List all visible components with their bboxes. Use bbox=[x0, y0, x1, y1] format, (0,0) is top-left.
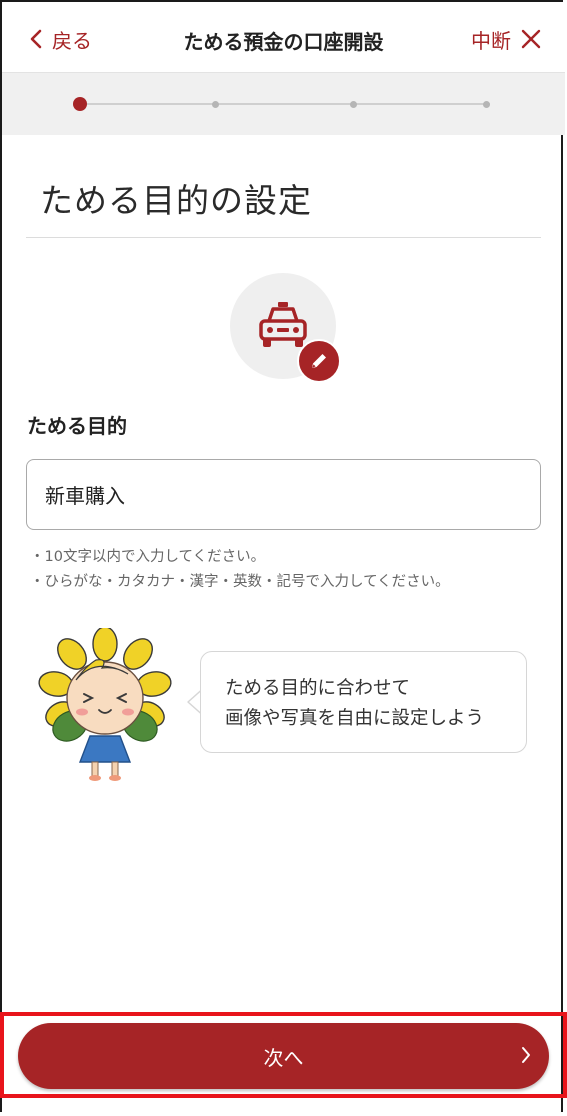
progress-track bbox=[80, 103, 490, 105]
bubble-line: 画像や写真を自由に設定しよう bbox=[225, 708, 485, 729]
bubble-line: ためる目的に合わせて bbox=[225, 678, 411, 699]
sunflower-mascot bbox=[38, 628, 172, 781]
speech-bubble: ためる目的に合わせて 画像や写真を自由に設定しよう bbox=[200, 651, 527, 753]
car-icon bbox=[259, 302, 307, 347]
field-label: ためる目的 bbox=[27, 414, 127, 438]
next-label: 次へ bbox=[263, 1045, 304, 1070]
app-header: 戻る ためる預金の口座開設 中断 bbox=[2, 2, 565, 73]
step-progress bbox=[2, 73, 565, 135]
edit-image-button[interactable] bbox=[297, 339, 341, 383]
purpose-input[interactable] bbox=[26, 459, 541, 530]
goal-image-picker[interactable] bbox=[230, 273, 341, 383]
progress-step-1 bbox=[73, 97, 87, 111]
back-button[interactable]: 戻る bbox=[30, 24, 92, 54]
abort-label: 中断 bbox=[471, 28, 511, 53]
hint-text: ・ひらがな・カタカナ・漢字・英数・記号で入力してください。 bbox=[30, 574, 450, 590]
pencil-icon bbox=[312, 354, 326, 368]
input-hints: ・10文字以内で入力してください。 ・ひらがな・カタカナ・漢字・英数・記号で入力… bbox=[30, 545, 450, 595]
chevron-right-icon bbox=[522, 1047, 530, 1063]
progress-step-4 bbox=[483, 100, 490, 108]
section-title: ためる目的の設定 bbox=[40, 181, 312, 220]
hint-text: ・10文字以内で入力してください。 bbox=[30, 549, 266, 565]
next-button[interactable]: 次へ bbox=[18, 1023, 549, 1089]
close-icon bbox=[521, 29, 541, 49]
chevron-left-icon bbox=[30, 29, 42, 49]
divider bbox=[26, 237, 541, 238]
back-label: 戻る bbox=[52, 28, 92, 53]
progress-step-2 bbox=[212, 100, 219, 108]
abort-button[interactable]: 中断 bbox=[471, 24, 541, 54]
progress-step-3 bbox=[350, 100, 357, 108]
